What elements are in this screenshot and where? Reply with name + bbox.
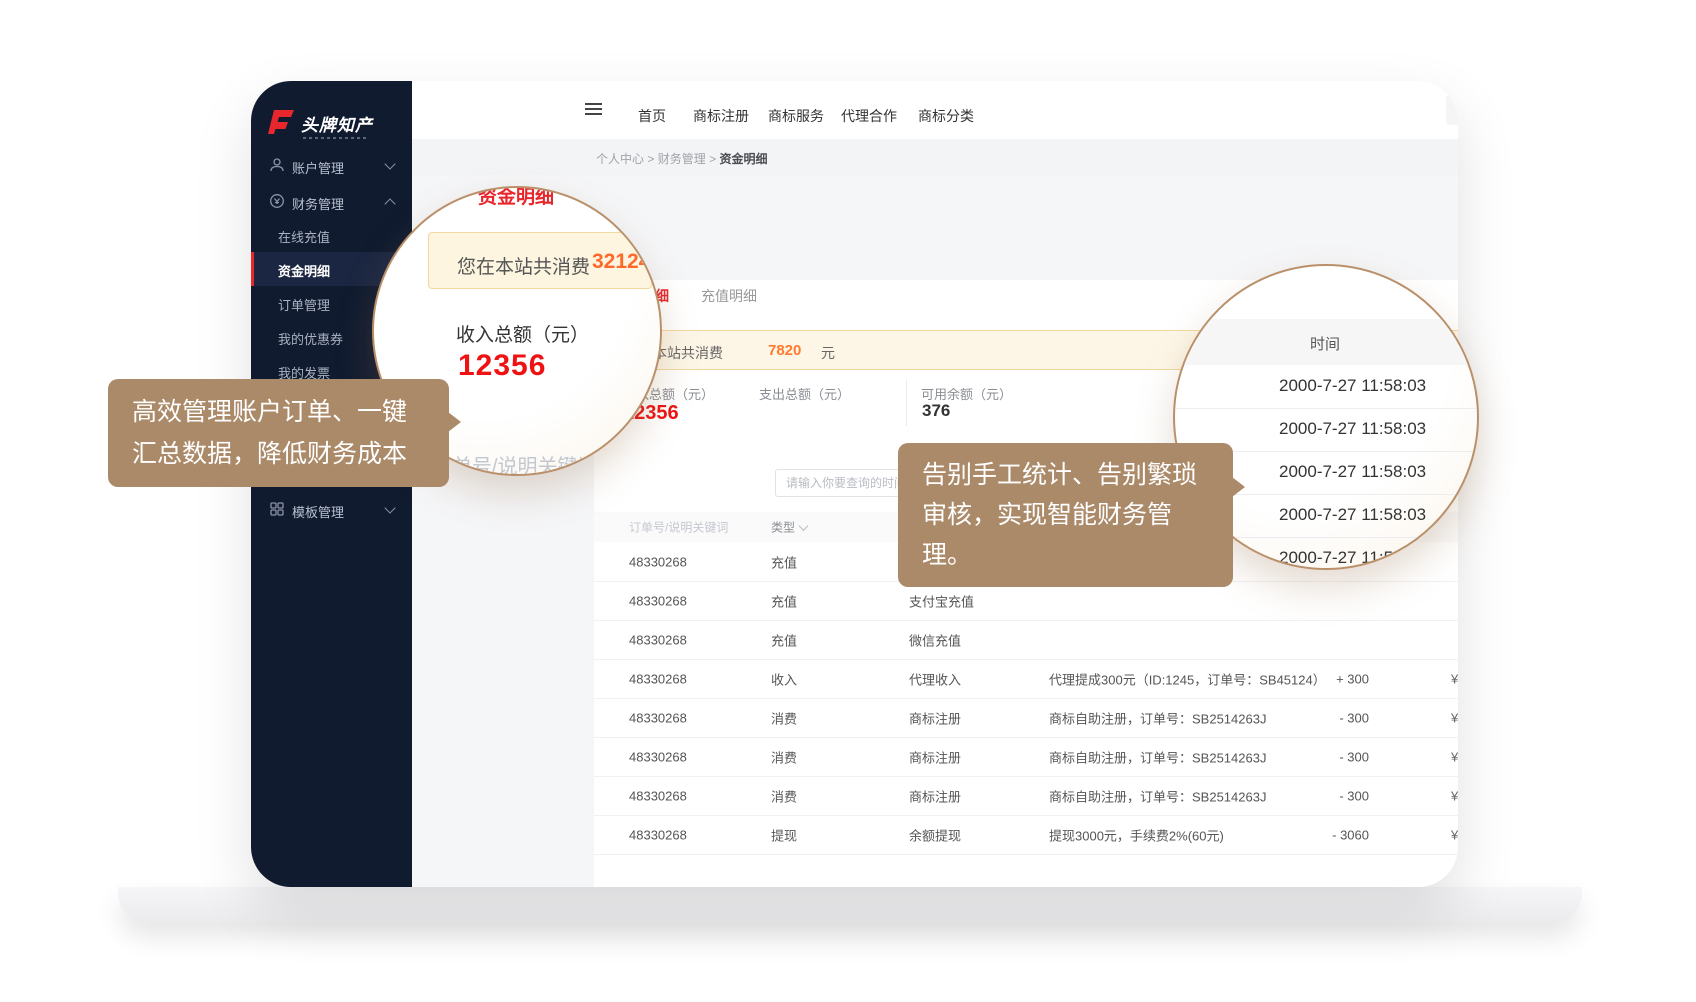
sidebar-item-template[interactable]: 模板管理 xyxy=(251,492,412,528)
callout-left: 高效管理账户订单、一键汇总数据，降低财务成本 xyxy=(108,379,449,487)
sidebar-item-finance[interactable]: 财务管理 xyxy=(251,184,412,220)
sidebar-item-account[interactable]: 账户管理 xyxy=(251,148,412,184)
breadcrumb-personal-center[interactable]: 个人中心 xyxy=(596,152,644,166)
breadcrumb: 个人中心 > 财务管理 > 资金明细 xyxy=(596,150,767,167)
chevron-down-icon xyxy=(384,158,395,169)
stats-divider xyxy=(906,380,907,426)
breadcrumb-finance[interactable]: 财务管理 xyxy=(658,152,706,166)
magnified-tab-label: 资金明细 xyxy=(478,186,554,209)
expense-total-label: 支出总额（元） xyxy=(759,384,850,403)
banner-amount: 7820 xyxy=(768,342,801,359)
tab-recharge-details[interactable]: 充值明细 xyxy=(701,286,757,306)
table-row: 48330268提现余额提现提现3000元，手续费2%(60元)- 3060¥1… xyxy=(594,815,1458,855)
magnified-time-header: 时间 xyxy=(1310,333,1340,354)
nav-agent-cooperation[interactable]: 代理合作 xyxy=(841,106,897,126)
chevron-up-icon xyxy=(384,198,395,209)
breadcrumb-separator: > xyxy=(709,152,716,166)
breadcrumb-current: 资金明细 xyxy=(719,152,767,166)
nav-trademark-register[interactable]: 商标注册 xyxy=(693,106,749,126)
page-canvas: 头牌知产 账户管理 财务管理 xyxy=(0,0,1696,1002)
magnified-banner-text: 您在本站共消费 xyxy=(457,252,590,279)
magnified-banner: 您在本站共消费 32124 xyxy=(428,232,652,289)
nav-trademark-service[interactable]: 商标服务 xyxy=(768,106,824,126)
type-header[interactable]: 类型 xyxy=(771,519,807,536)
magnified-time-header-band: 时间 xyxy=(1175,319,1479,365)
nav-home[interactable]: 首页 xyxy=(638,106,666,126)
magnified-income-label: 收入总额（元） xyxy=(456,320,589,347)
callout-right-text: 告别手工统计、告别繁琐审核，实现智能财务管理。 xyxy=(922,461,1197,569)
table-row: 48330268消费商标注册商标自助注册，订单号：SB2514263J- 300… xyxy=(594,776,1458,816)
sidebar-item-label: 财务管理 xyxy=(292,194,344,213)
table-row: 48330268消费商标注册商标自助注册，订单号：SB2514263J- 300… xyxy=(594,737,1458,777)
trademark-search-input[interactable] xyxy=(1446,95,1458,125)
finance-icon xyxy=(269,193,285,209)
magnified-banner-amount: 32124 xyxy=(592,250,650,274)
logo-icon xyxy=(265,109,295,135)
sidebar-item-label: 模板管理 xyxy=(292,502,344,521)
callout-left-text: 高效管理账户订单、一键汇总数据，降低财务成本 xyxy=(132,398,407,468)
sidebar-item-online-recharge[interactable]: 在线充值 xyxy=(251,218,412,252)
brand-name: 头牌知产 xyxy=(301,111,373,136)
callout-arrow-right-icon xyxy=(448,412,461,432)
breadcrumb-bar: 个人中心 > 财务管理 > 资金明细 xyxy=(412,139,1458,175)
chevron-down-icon xyxy=(384,502,395,513)
nav-trademark-category[interactable]: 商标分类 xyxy=(918,106,974,126)
table-row: 48330268消费商标注册商标自助注册，订单号：SB2514263J- 300… xyxy=(594,698,1458,738)
top-navbar: 首页 商标注册 商标服务 代理合作 商标分类 xyxy=(412,81,1458,139)
table-row: 48330268收入代理收入代理提成300元（ID:1245，订单号：SB451… xyxy=(594,659,1458,699)
logo-subtext xyxy=(303,137,369,139)
magnified-keyword-placeholder: 订单号/说明关键词 xyxy=(432,450,598,476)
template-icon xyxy=(269,501,285,517)
user-icon xyxy=(269,157,285,173)
table-row: 48330268充值微信充值2000-7-27 11:58:03 xyxy=(594,620,1458,660)
banner-unit: 元 xyxy=(821,343,835,363)
table-row: 48330268充值支付宝充值2000-7-27 11:58:03 xyxy=(594,581,1458,621)
chevron-down-icon xyxy=(799,521,809,531)
magnified-time-row: 2000-7-27 11:58:03 xyxy=(1175,365,1479,409)
available-balance-value: 376 xyxy=(922,401,950,421)
magnified-income-value: 12356 xyxy=(458,349,546,383)
order-keyword-header[interactable]: 订单号/说明关键词 xyxy=(629,519,728,536)
laptop-base xyxy=(118,887,1582,923)
callout-right: 告别手工统计、告别繁琐审核，实现智能财务管理。 xyxy=(898,443,1233,587)
sidebar-item-label: 账户管理 xyxy=(292,158,344,177)
hamburger-menu-icon[interactable] xyxy=(585,103,602,105)
callout-arrow-right-icon xyxy=(1232,477,1245,497)
breadcrumb-separator: > xyxy=(647,152,654,166)
